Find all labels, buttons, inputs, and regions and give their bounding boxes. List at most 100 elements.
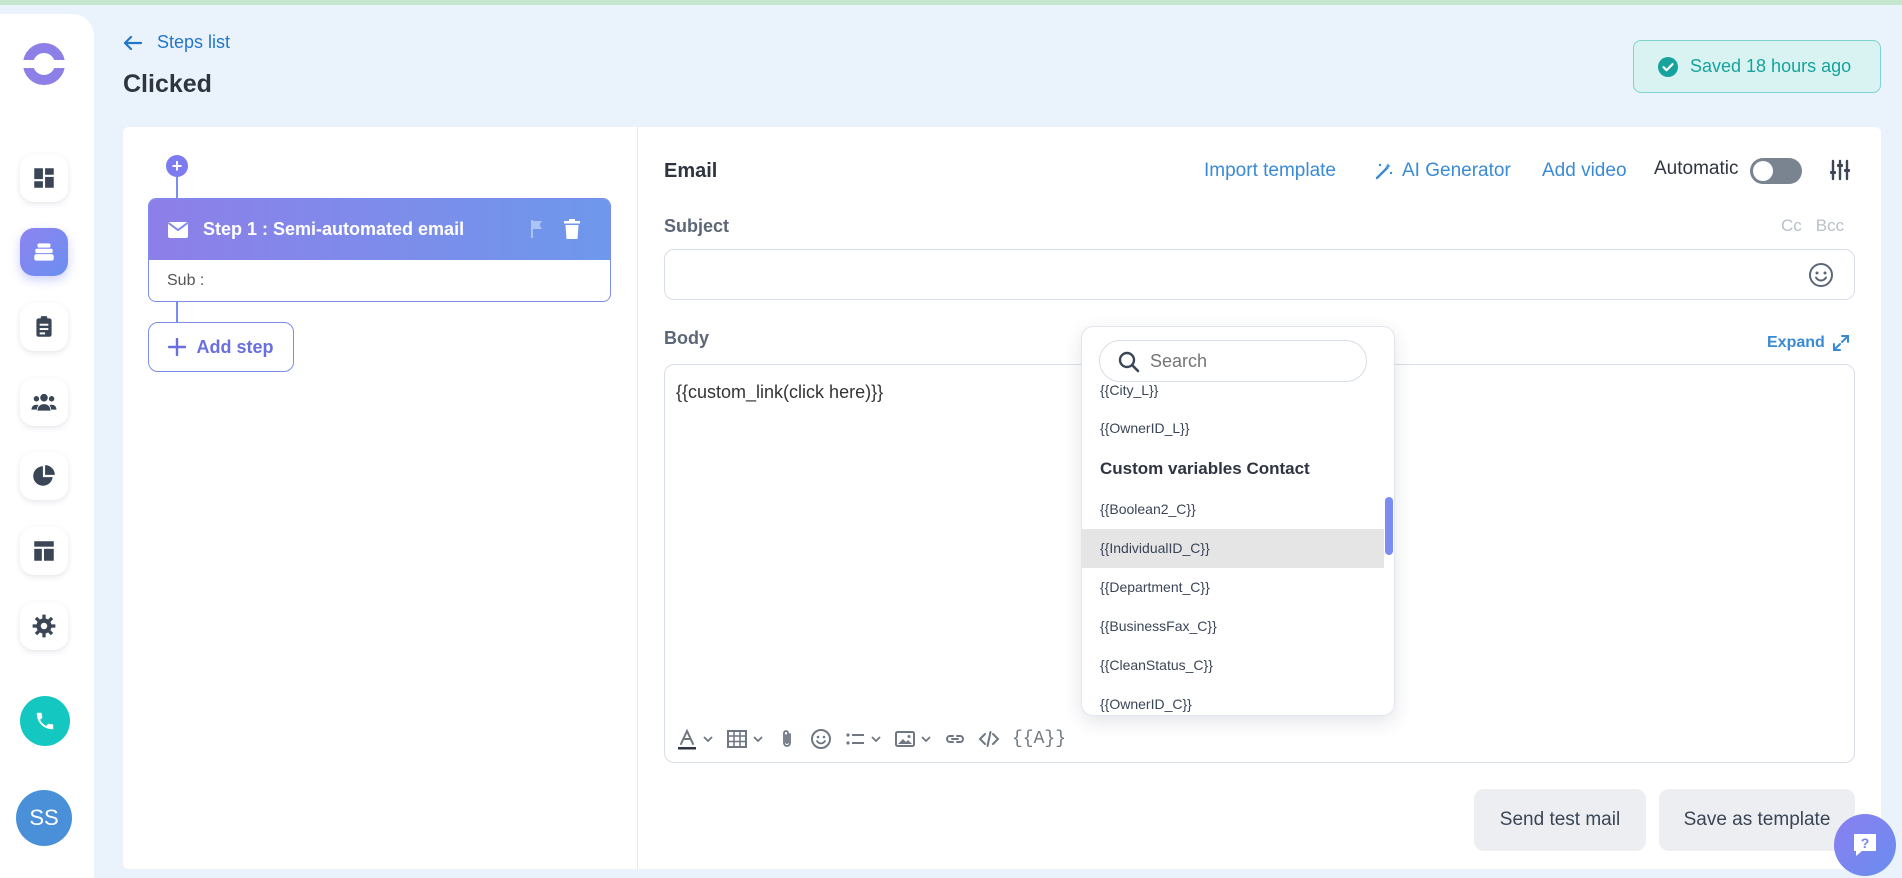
chevron-down-icon [871,736,881,743]
help-chat-icon: ? [1854,834,1876,856]
step-connector [176,177,178,199]
sidebar-item-reports[interactable] [20,452,68,500]
step-title: Step 1 : Semi-automated email [203,219,465,239]
automatic-toggle[interactable] [1750,158,1802,184]
saved-status-badge: Saved 18 hours ago [1633,40,1881,93]
envelope-icon [167,221,189,238]
import-template-link[interactable]: Import template [1204,158,1336,184]
phone-icon [36,712,54,730]
trash-icon[interactable] [564,219,580,239]
phone-button[interactable] [20,696,70,746]
step-subject-preview: Sub : [167,272,205,289]
dropdown-scrollbar[interactable] [1385,497,1393,555]
automatic-label: Automatic [1654,158,1739,179]
svg-text:?: ? [1861,835,1870,851]
subject-input-box [664,249,1855,300]
sliders-icon[interactable] [1828,158,1852,182]
list-item[interactable]: {{City_L}} [1082,385,1384,409]
body-label: Body [664,328,709,348]
gear-icon [32,614,56,638]
plus-icon [168,338,187,356]
sidebar-item-contacts[interactable] [20,378,68,426]
table-tool[interactable] [726,728,764,750]
send-test-mail-button[interactable]: Send test mail [1474,789,1646,851]
sequences-icon [34,243,54,261]
table-icon [727,730,747,748]
add-video-link[interactable]: Add video [1542,158,1627,184]
sidebar-item-dashboard[interactable] [20,154,68,202]
variable-search-input[interactable] [1150,341,1350,381]
insert-variable-button[interactable]: {{A}} [1012,729,1066,749]
back-link-label: Steps list [157,32,231,52]
attachment-tool[interactable] [776,728,798,750]
chevron-down-icon [703,736,713,743]
list-item[interactable]: {{CleanStatus_C}} [1082,646,1384,685]
expand-button[interactable]: Expand [1767,334,1849,352]
avatar[interactable]: SS [16,790,72,846]
sidebar-item-templates[interactable] [20,527,68,575]
variable-list: {{City_L}} {{OwnerID_L}} Custom variable… [1082,385,1384,715]
expand-arrows-icon [1832,335,1849,351]
image-tool[interactable] [894,728,932,750]
ai-generator-link[interactable]: AI Generator [1374,158,1511,184]
list-item-highlighted[interactable]: {{IndividualID_C}} [1082,529,1384,568]
variable-group-heading: Custom variables Contact [1100,459,1310,478]
list-item[interactable]: {{Boolean2_C}} [1082,490,1384,529]
flag-icon[interactable] [530,219,544,239]
code-icon [978,731,1000,747]
contacts-icon [31,393,57,411]
saved-status-text: Saved 18 hours ago [1690,56,1852,76]
list-icon [846,733,864,745]
ai-generator-label: AI Generator [1402,160,1511,181]
sidebar-item-tasks[interactable] [20,303,68,351]
emoji-icon[interactable] [1808,262,1834,288]
sidebar [0,14,94,878]
panel-divider [637,127,638,869]
text-color-tool[interactable] [676,728,714,750]
chevron-down-icon [753,736,763,743]
code-tool[interactable] [978,728,1000,750]
emoji-icon [811,729,831,749]
text-color-icon [678,728,696,750]
app-logo[interactable] [21,41,67,87]
add-step-button[interactable]: Add step [148,322,294,372]
cc-bcc-links: Cc Bcc [1781,216,1844,236]
step-connector [176,302,178,322]
templates-icon [34,541,54,561]
subject-input[interactable] [665,250,1854,299]
help-chat-button[interactable]: ? [1834,814,1896,876]
chevron-down-icon [921,736,931,743]
body-content[interactable]: {{custom_link(click here)}} [676,382,883,403]
check-circle-icon [1658,56,1678,77]
step-card-header: Step 1 : Semi-automated email [149,199,610,260]
add-step-label: Add step [196,336,274,357]
tasks-icon [36,316,52,337]
sidebar-item-sequences[interactable] [20,228,68,276]
reports-icon [33,465,55,486]
insert-step-button[interactable]: + [166,155,188,177]
dashboard-icon [34,168,54,188]
bcc-link[interactable]: Bcc [1816,216,1844,236]
list-item[interactable]: {{BusinessFax_C}} [1082,607,1384,646]
step-card[interactable]: Step 1 : Semi-automated email Sub : [148,198,611,302]
search-icon [1118,351,1140,373]
image-icon [895,731,915,747]
save-as-template-button[interactable]: Save as template [1659,789,1855,851]
subject-label: Subject [664,216,730,236]
list-item[interactable]: {{Department_C}} [1082,568,1384,607]
magic-wand-icon [1375,163,1393,180]
link-icon [946,735,964,743]
list-item[interactable]: {{OwnerID_L}} [1082,409,1384,448]
top-accent-line [0,0,1902,5]
page-title: Clicked [123,70,212,98]
list-tool[interactable] [844,728,882,750]
back-to-steps-link[interactable]: Steps list [123,32,230,53]
paperclip-icon [783,730,791,747]
sidebar-item-settings[interactable] [20,602,68,650]
emoji-tool[interactable] [810,728,832,750]
link-tool[interactable] [944,728,966,750]
email-section-title: Email [664,160,718,182]
arrow-left-icon [123,35,143,50]
cc-link[interactable]: Cc [1781,216,1802,236]
list-item[interactable]: {{OwnerID_C}} [1082,685,1384,715]
